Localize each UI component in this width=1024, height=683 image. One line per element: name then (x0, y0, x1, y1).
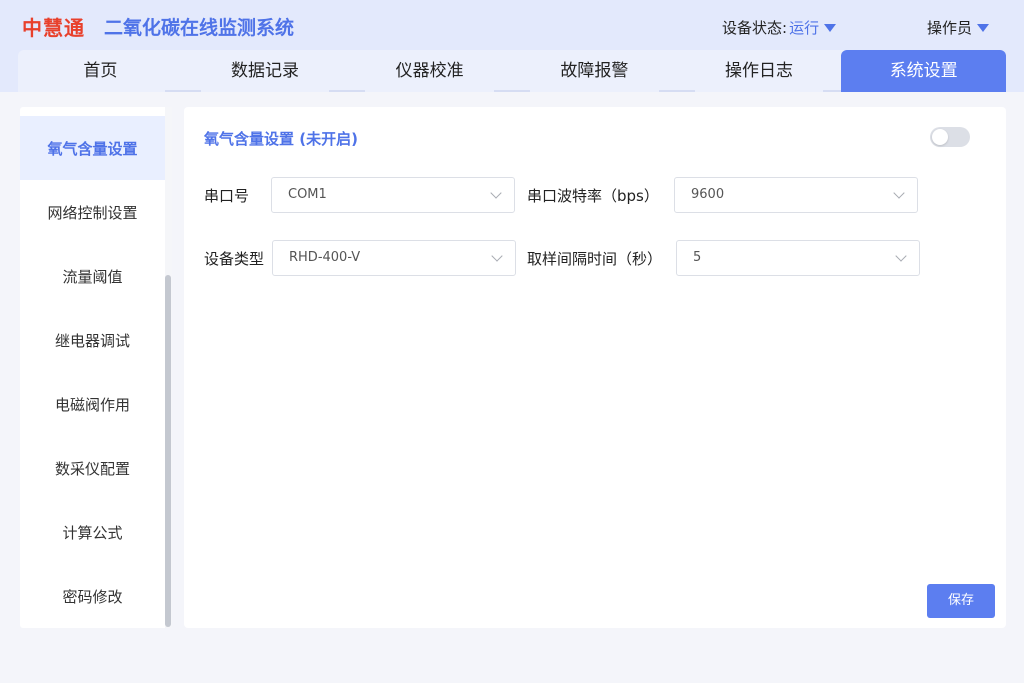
sample-interval-label: 取样间隔时间（秒） (527, 250, 663, 268)
serial-port-select[interactable]: COM1 (271, 177, 515, 213)
brand-logo: 中慧通 (22, 16, 85, 40)
tab-data-records[interactable]: 数据记录 (183, 50, 365, 92)
sidebar-item-password[interactable]: 密码修改 (20, 564, 165, 628)
tab-fault-alarm[interactable]: 故障报警 (512, 50, 695, 92)
settings-panel: 氧气含量设置 (未开启) 串口号 COM1 串口波特率（bps） 9600 设备… (184, 107, 1006, 628)
settings-sidebar: 氧气含量设置 网络控制设置 流量阈值 继电器调试 电磁阀作用 数采仪配置 计算公… (20, 107, 172, 628)
sidebar-item-formula[interactable]: 计算公式 (20, 500, 165, 564)
sidebar-item-network[interactable]: 网络控制设置 (20, 180, 165, 244)
sidebar-item-solenoid[interactable]: 电磁阀作用 (20, 372, 165, 436)
baud-rate-value: 9600 (691, 187, 725, 202)
sidebar-scrollbar[interactable] (165, 275, 171, 627)
status-label: 设备状态: (722, 19, 788, 37)
baud-rate-label: 串口波特率（bps） (527, 187, 659, 205)
caret-down-icon (977, 23, 990, 32)
tab-calibration[interactable]: 仪器校准 (347, 50, 530, 92)
section-title: 氧气含量设置 (未开启) (204, 130, 358, 148)
operator-menu[interactable]: 操作员 (927, 17, 990, 38)
sidebar-item-relay[interactable]: 继电器调试 (20, 308, 165, 372)
caret-down-icon (824, 23, 837, 32)
tab-home[interactable]: 首页 (18, 50, 201, 92)
device-type-select[interactable]: RHD-400-V (272, 240, 516, 276)
chevron-down-icon (895, 250, 907, 262)
status-value: 运行 (789, 19, 820, 37)
device-type-value: RHD-400-V (289, 250, 361, 265)
serial-port-value: COM1 (288, 187, 327, 202)
device-status[interactable]: 设备状态: 运行 (722, 17, 837, 38)
sidebar-item-data-acquisition[interactable]: 数采仪配置 (20, 436, 165, 500)
sample-interval-value: 5 (693, 250, 702, 265)
save-button[interactable]: 保存 (927, 584, 995, 618)
sidebar-item-oxygen[interactable]: 氧气含量设置 (20, 116, 165, 180)
sidebar-item-flow-threshold[interactable]: 流量阈值 (20, 244, 165, 308)
main-tabs: 首页 数据记录 仪器校准 故障报警 操作日志 系统设置 (18, 50, 1007, 92)
app-header: 中慧通 二氧化碳在线监测系统 设备状态: 运行 操作员 首页 数据记录 仪器校准… (0, 0, 1024, 92)
serial-port-label: 串口号 (204, 187, 250, 205)
app-title: 二氧化碳在线监测系统 (104, 17, 295, 39)
operator-label: 操作员 (927, 19, 973, 37)
toggle-knob (932, 129, 948, 145)
tab-system-settings[interactable]: 系统设置 (841, 50, 1007, 92)
chevron-down-icon (893, 187, 905, 199)
chevron-down-icon (490, 187, 502, 199)
baud-rate-select[interactable]: 9600 (674, 177, 918, 213)
oxygen-enable-toggle[interactable] (930, 127, 970, 147)
sample-interval-select[interactable]: 5 (676, 240, 920, 276)
device-type-label: 设备类型 (204, 250, 265, 268)
chevron-down-icon (491, 250, 503, 262)
tab-operation-log[interactable]: 操作日志 (677, 50, 859, 92)
